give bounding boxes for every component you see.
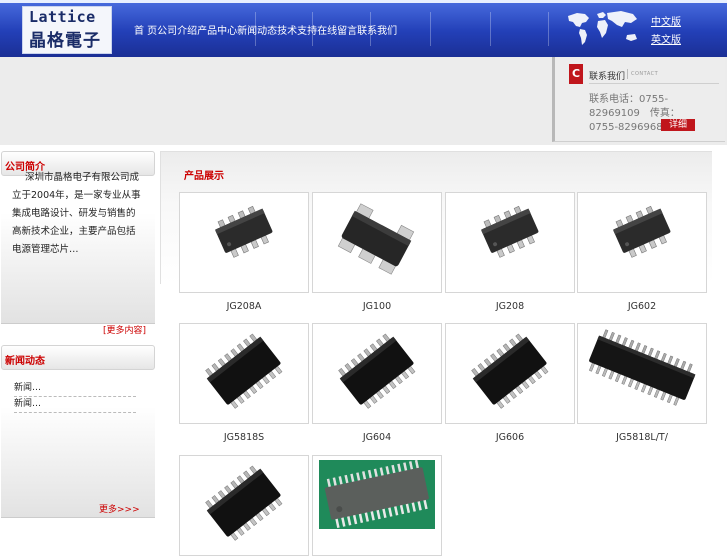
about-text: 深圳市晶格电子有限公司成立于2004年，是一家专业从事集成电路设计、研发与销售的…	[12, 172, 141, 255]
logo-chinese: 晶格電子	[29, 31, 101, 51]
nav-divider	[255, 12, 256, 46]
contact-box: C 联系我们 CONTACT 联系电话：0755-82969109 传真：075…	[552, 57, 725, 142]
products-heading: 产品展示	[184, 171, 224, 182]
news-more-link[interactable]: 更多>>>	[99, 502, 140, 515]
product-card[interactable]	[577, 323, 707, 424]
nav-divider	[312, 12, 313, 46]
nav-divider	[548, 12, 549, 46]
nav-divider	[430, 12, 431, 46]
product-card[interactable]	[179, 323, 309, 424]
product-card[interactable]	[312, 455, 442, 556]
product-card[interactable]	[445, 323, 575, 424]
product-card[interactable]	[312, 323, 442, 424]
product-name[interactable]: JG5818L/T/	[577, 432, 707, 443]
link-english[interactable]: 英文版	[651, 31, 681, 46]
main-nav[interactable]: 首 页公司介绍产品中心新闻动态技术支持在线留言联系我们	[134, 22, 397, 37]
nav-divider	[490, 12, 491, 46]
news-item[interactable]: 新闻…	[14, 381, 136, 397]
product-name[interactable]: JG5818S	[179, 432, 309, 443]
news-item[interactable]: 新闻…	[14, 397, 136, 413]
world-map-icon	[568, 11, 637, 45]
contact-divider	[589, 83, 719, 84]
contact-more-button[interactable]: 详细	[661, 119, 695, 131]
product-card[interactable]	[577, 192, 707, 293]
logo-english: Lattice	[29, 8, 96, 26]
news-heading: 新闻动态	[5, 356, 45, 367]
contact-title: 联系我们	[589, 72, 626, 82]
product-card[interactable]	[179, 192, 309, 293]
header-top-line	[0, 0, 727, 3]
news-header: 新闻动态	[1, 345, 155, 370]
nav-divider	[370, 12, 371, 46]
product-card[interactable]	[179, 455, 309, 556]
product-name[interactable]: JG100	[312, 301, 442, 312]
product-name[interactable]: JG208A	[179, 301, 309, 312]
product-name[interactable]: JG606	[445, 432, 575, 443]
product-name[interactable]: JG208	[445, 301, 575, 312]
company-logo[interactable]: Lattice 晶格電子	[22, 6, 112, 54]
link-chinese[interactable]: 中文版	[651, 13, 681, 28]
contact-subtitle: CONTACT	[631, 71, 659, 77]
product-card[interactable]	[312, 192, 442, 293]
about-more-link[interactable]: [更多内容]	[103, 323, 146, 336]
contact-separator	[627, 69, 628, 79]
contact-c-icon: C	[569, 64, 583, 84]
product-card[interactable]	[445, 192, 575, 293]
product-name[interactable]: JG604	[312, 432, 442, 443]
product-name[interactable]: JG602	[577, 301, 707, 312]
